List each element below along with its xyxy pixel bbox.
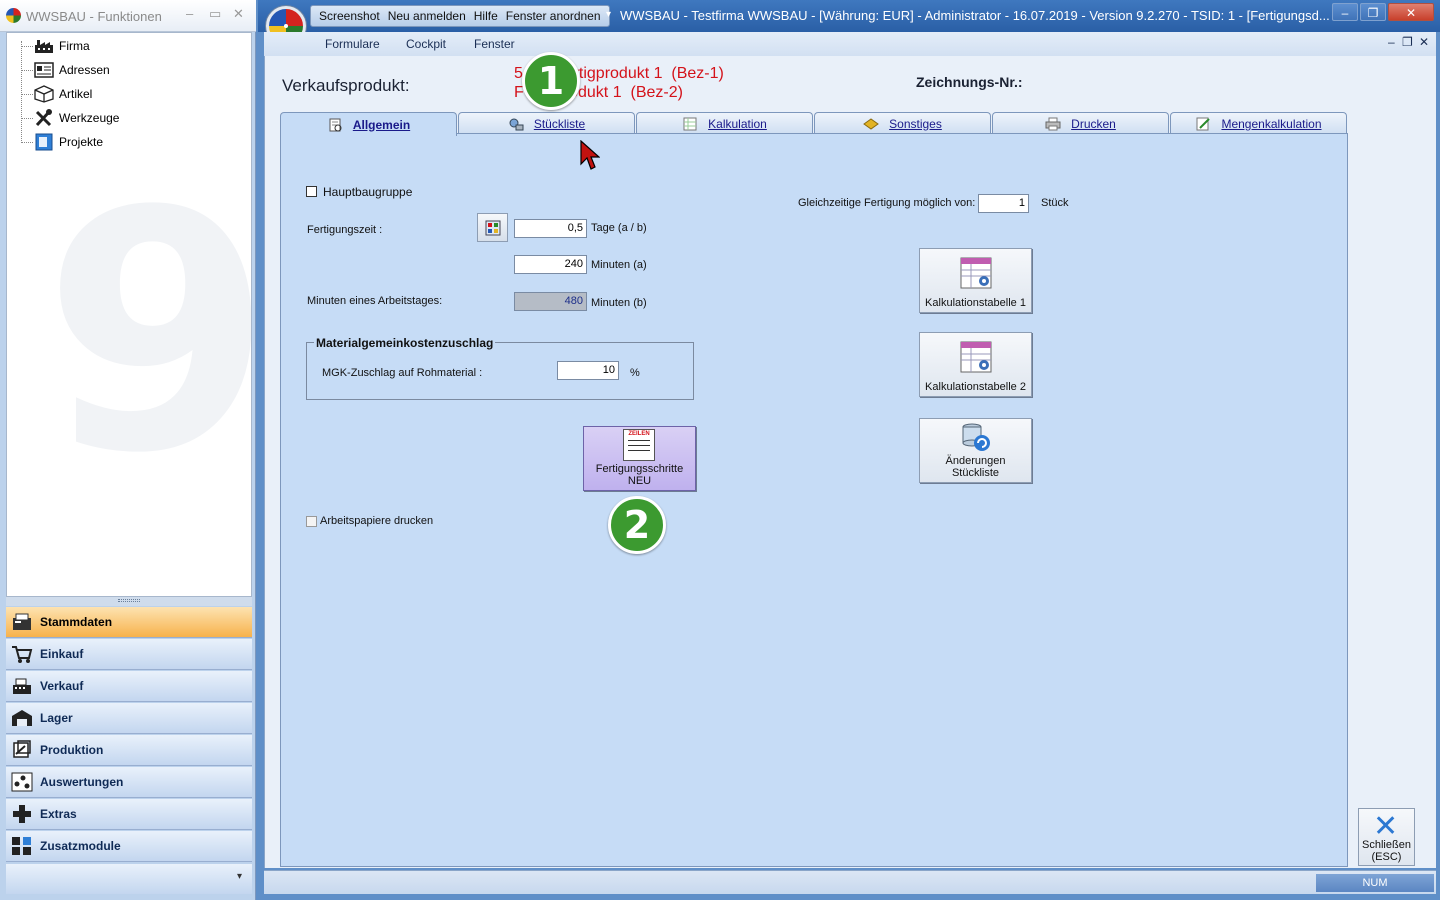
qat-customize-icon[interactable]: ▾: [606, 9, 611, 20]
tab-label: Stückliste: [533, 116, 586, 131]
calculation-icon: [682, 117, 698, 131]
minimize-icon[interactable]: –: [186, 6, 193, 21]
functions-panel-titlebar: WWSBAU - Funktionen – ▭ ✕: [0, 0, 256, 32]
tree-item-firma[interactable]: Firma: [21, 35, 90, 57]
tree-item-werkzeuge[interactable]: Werkzeuge: [21, 107, 119, 129]
mdi-restore-icon[interactable]: ❐: [1402, 35, 1413, 49]
quick-access-toolbar: Screenshot Neu anmelden Hilfe Fenster an…: [310, 5, 610, 27]
tab-label: Sonstiges: [889, 116, 942, 131]
modules-icon: [10, 835, 34, 857]
functions-panel-title: WWSBAU - Funktionen: [26, 9, 162, 24]
menu-cockpit[interactable]: Cockpit: [406, 37, 446, 51]
tools-icon: [33, 108, 55, 128]
function-tree: 9 Firma Adressen Artikel Werkzeuge Proje…: [6, 32, 252, 597]
nav-auswertungen[interactable]: Auswertungen: [6, 767, 252, 798]
close-esc-label: (ESC): [1371, 851, 1402, 863]
nav-verkauf[interactable]: Verkauf: [6, 671, 252, 702]
close-icon[interactable]: ✕: [233, 6, 244, 22]
tree-item-projekte[interactable]: Projekte: [21, 131, 103, 153]
restore-icon[interactable]: ❐: [1360, 3, 1386, 21]
nav-label: Stammdaten: [40, 615, 113, 629]
tab-sonstiges[interactable]: Sonstiges: [814, 112, 991, 134]
window-title: WWSBAU - Testfirma WWSBAU - [Währung: EU…: [620, 8, 1330, 23]
close-icon[interactable]: ✕: [1388, 3, 1434, 21]
screenshot-button[interactable]: Screenshot: [319, 9, 380, 23]
close-x-icon: ✕: [1373, 809, 1399, 844]
quantity-calc-icon: [1195, 117, 1211, 131]
tab-label: Allgemein: [352, 117, 411, 132]
nav-label: Auswertungen: [40, 775, 124, 789]
document-icon: [327, 118, 343, 132]
nav-label: Extras: [40, 807, 77, 821]
tab-label: Mengenkalkulation: [1221, 116, 1322, 131]
nav-lager[interactable]: Lager: [6, 703, 252, 734]
tab-stueckliste[interactable]: Stückliste: [458, 112, 635, 134]
analytics-icon: [10, 771, 34, 793]
drawing-number-label: Zeichnungs-Nr.:: [916, 74, 1023, 90]
tab-label: Drucken: [1071, 116, 1116, 131]
warehouse-icon: [10, 707, 34, 729]
maximize-icon[interactable]: ▭: [209, 6, 221, 22]
product-name-1: 5 - Fertigprodukt 1 (Bez-1): [514, 65, 724, 82]
address-card-icon: [33, 60, 55, 80]
chevron-down-icon: ▾: [236, 871, 242, 882]
close-esc-button[interactable]: ✕ Schließen (ESC): [1358, 808, 1415, 866]
minimize-icon[interactable]: –: [1332, 3, 1358, 21]
nav-label: Produktion: [40, 743, 104, 757]
misc-icon: [863, 117, 880, 131]
tree-item-adressen[interactable]: Adressen: [21, 59, 110, 81]
num-lock-indicator: NUM: [1316, 874, 1434, 892]
tree-item-label: Firma: [59, 39, 90, 53]
tab-content-allgemein: [280, 133, 1348, 867]
help-button[interactable]: Hilfe: [474, 9, 498, 23]
nav-zusatzmodule[interactable]: Zusatzmodule: [6, 831, 252, 862]
cash-register-icon: [10, 675, 34, 697]
relogin-button[interactable]: Neu anmelden: [388, 9, 466, 23]
watermark-logo: 9: [43, 141, 252, 525]
panel-splitter[interactable]: [6, 597, 252, 606]
nav-produktion[interactable]: Produktion: [6, 735, 252, 766]
nav-einkauf[interactable]: Einkauf: [6, 639, 252, 670]
mdi-close-icon[interactable]: ✕: [1419, 35, 1429, 49]
status-bar: NUM: [264, 870, 1436, 894]
tab-allgemein[interactable]: Allgemein: [280, 112, 457, 136]
menu-fenster[interactable]: Fenster: [474, 37, 515, 51]
tree-item-label: Projekte: [59, 135, 104, 149]
project-icon: [33, 132, 55, 152]
mdi-minimize-icon[interactable]: –: [1388, 35, 1395, 49]
tab-mengenkalkulation[interactable]: Mengenkalkulation: [1170, 112, 1347, 134]
nav-extras[interactable]: Extras: [6, 799, 252, 830]
factory-icon: [33, 36, 55, 56]
printer-icon: [1045, 117, 1061, 131]
arrange-windows-button[interactable]: Fenster anordnen: [506, 9, 601, 23]
master-data-icon: [10, 611, 34, 633]
nav-stammdaten[interactable]: Stammdaten: [6, 607, 252, 638]
product-name-2: F rodukt 1 (Bez-2): [514, 84, 683, 101]
nav-label: Verkauf: [40, 679, 84, 693]
tab-label: Kalkulation: [708, 116, 767, 131]
product-label: Verkaufsprodukt:: [282, 76, 410, 95]
parts-list-icon: [508, 117, 524, 131]
menu-bar: Formulare Cockpit Fenster – ❐ ✕: [264, 32, 1436, 56]
menu-formulare[interactable]: Formulare: [325, 37, 380, 51]
nav-label: Einkauf: [40, 647, 84, 661]
box-icon: [33, 84, 55, 104]
nav-label: Lager: [40, 711, 73, 725]
extras-icon: [10, 803, 34, 825]
production-icon: [10, 739, 34, 761]
tab-kalkulation[interactable]: Kalkulation: [636, 112, 813, 134]
app-logo-icon: [6, 8, 21, 23]
nav-label: Zusatzmodule: [40, 839, 121, 853]
nav-more-button[interactable]: ▾: [6, 864, 252, 894]
tab-drucken[interactable]: Drucken: [992, 112, 1169, 134]
tree-item-label: Adressen: [59, 63, 110, 77]
cart-icon: [10, 643, 34, 665]
tree-item-artikel[interactable]: Artikel: [21, 83, 92, 105]
tree-item-label: Artikel: [59, 87, 93, 101]
tree-item-label: Werkzeuge: [59, 111, 120, 125]
